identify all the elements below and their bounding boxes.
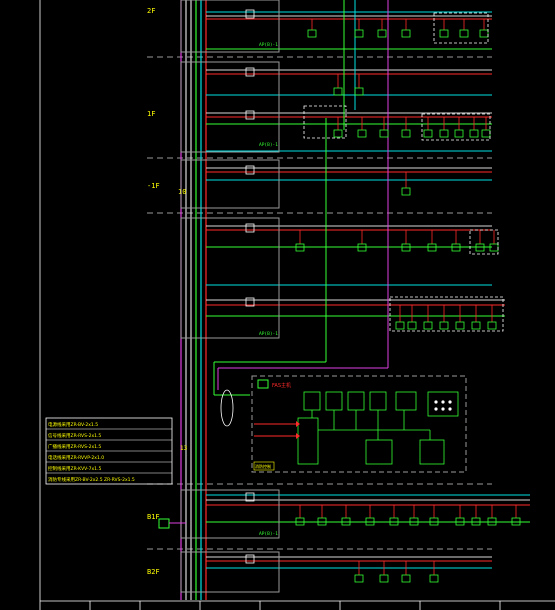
detector-symbol — [379, 129, 389, 138]
panel-label-b1f: AP(B)-1 — [259, 531, 278, 537]
note-line: 控制线采用ZR-KVV-7x1.5 — [48, 465, 101, 472]
detector-symbol — [439, 29, 449, 38]
panel-labels: AP(B)-1 AP(B)-1 AP(B)-1 AP(B)-1 — [259, 42, 278, 537]
detector-symbol — [354, 574, 364, 583]
note-line: 信号线采用ZR-RVS-2x1.5 — [48, 432, 101, 439]
detector-symbol — [469, 129, 479, 138]
panel-label-1f: AP(B)-1 — [259, 142, 278, 148]
floor-labels: 2F 1F -1F B1F B2F — [147, 7, 160, 576]
floor-buses — [206, 11, 530, 569]
detector-symbol — [401, 29, 411, 38]
floor-label-b2f: B2F — [147, 568, 160, 576]
broadcast-trunk — [217, 0, 389, 390]
note-line: 广播线采用ZR-RVS-2x1.5 — [48, 443, 101, 450]
detector-symbol — [401, 574, 411, 583]
detector-symbol — [333, 129, 343, 138]
floor-label-2f: 2F — [147, 7, 155, 15]
detector-symbol — [395, 321, 405, 330]
panel-label-2f: AP(B)-1 — [259, 42, 278, 48]
detector-symbol — [455, 321, 465, 330]
note-line: 电话线采用ZR-RVVP-2x1.0 — [48, 454, 104, 461]
fire-alarm-system-diagram: 2F 1F -1F B1F B2F 10 AP(B)-1 AP(B)-1 AP(… — [39, 0, 555, 610]
breaker-boxes — [245, 9, 255, 564]
detector-symbol — [407, 321, 417, 330]
notes-table: 电源线采用ZR-BV-2x1.5 信号线采用ZR-RVS-2x1.5 广播线采用… — [45, 417, 173, 485]
detector-symbol — [459, 29, 469, 38]
detector-symbol — [379, 574, 389, 583]
riser-count-lower: 13 — [180, 445, 188, 452]
detector-symbol — [429, 574, 439, 583]
detector-symbol — [401, 187, 411, 196]
note-line: 电源线采用ZR-BV-2x1.5 — [48, 421, 98, 428]
fas-small-label: 消防控制 — [255, 463, 271, 469]
detector-symbol — [377, 29, 387, 38]
riser-count: 10 — [178, 188, 186, 196]
panel-label-b1-upper: AP(B)-1 — [259, 331, 278, 337]
detector-symbol — [357, 129, 367, 138]
detector-symbol — [471, 321, 481, 330]
detector-symbol — [479, 29, 489, 38]
riser-bundle — [180, 0, 207, 600]
detector-symbol — [454, 129, 464, 138]
detector-symbol — [487, 321, 497, 330]
floor-label-1f: 1F — [147, 110, 155, 118]
detector-symbol — [423, 321, 433, 330]
floor-label-minus1f: -1F — [147, 182, 160, 190]
detector-symbol — [401, 129, 411, 138]
fas-panel-title: FAS主机 — [272, 382, 291, 389]
detector-symbol — [439, 321, 449, 330]
detector-symbol — [439, 129, 449, 138]
detector-symbol — [481, 129, 491, 138]
detector-symbol — [333, 87, 343, 96]
note-line: 消防专线采用ZR-BV-2x2.5 ZR-RVS-2x1.5 — [48, 476, 135, 483]
detector-symbol — [354, 87, 364, 96]
b1f-panel-device — [158, 518, 170, 529]
detector-symbol — [423, 129, 433, 138]
fas-host-enclosure: FAS主机 消防控制 — [251, 375, 467, 473]
floor-label-b1f: B1F — [147, 513, 160, 521]
detector-symbol — [354, 29, 364, 38]
detector-symbol — [307, 29, 317, 38]
